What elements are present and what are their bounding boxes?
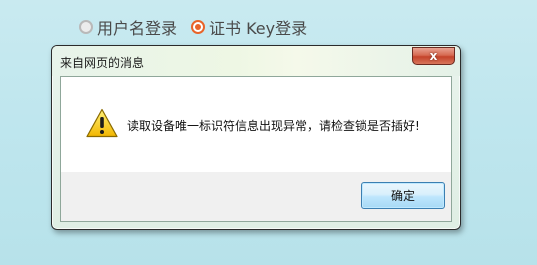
dialog-message: 读取设备唯一标识符信息出现异常，请检查锁是否插好! xyxy=(127,119,420,133)
dialog-title: 来自网页的消息 xyxy=(60,56,145,70)
close-button[interactable]: x xyxy=(412,47,455,65)
cert-key-login-option[interactable]: 证书 Key登录 xyxy=(191,15,307,39)
message-area: 读取设备唯一标识符信息出现异常，请检查锁是否插好! xyxy=(61,77,451,172)
ok-button[interactable]: 确定 xyxy=(361,182,445,209)
radio-checked-icon[interactable] xyxy=(191,20,206,34)
browser-page: 用户名登录 证书 Key登录 来自网页的消息 x 读取设备唯一标识符信息出现异常… xyxy=(0,0,537,265)
login-type-selector: 用户名登录 证书 Key登录 xyxy=(79,15,321,39)
radio-unchecked-icon[interactable] xyxy=(79,20,93,34)
close-icon: x xyxy=(429,49,438,63)
cert-key-login-label[interactable]: 证书 Key登录 xyxy=(209,15,307,39)
message-dialog: 来自网页的消息 x 读取设备唯一标识符信息出现异常，请检查锁是否插好! 确定 xyxy=(51,45,461,230)
username-login-option[interactable]: 用户名登录 xyxy=(79,15,177,39)
dialog-titlebar[interactable]: 来自网页的消息 x xyxy=(52,46,460,76)
username-login-label[interactable]: 用户名登录 xyxy=(97,15,177,39)
warning-icon xyxy=(86,108,118,138)
dialog-body: 读取设备唯一标识符信息出现异常，请检查锁是否插好! 确定 xyxy=(60,76,452,222)
